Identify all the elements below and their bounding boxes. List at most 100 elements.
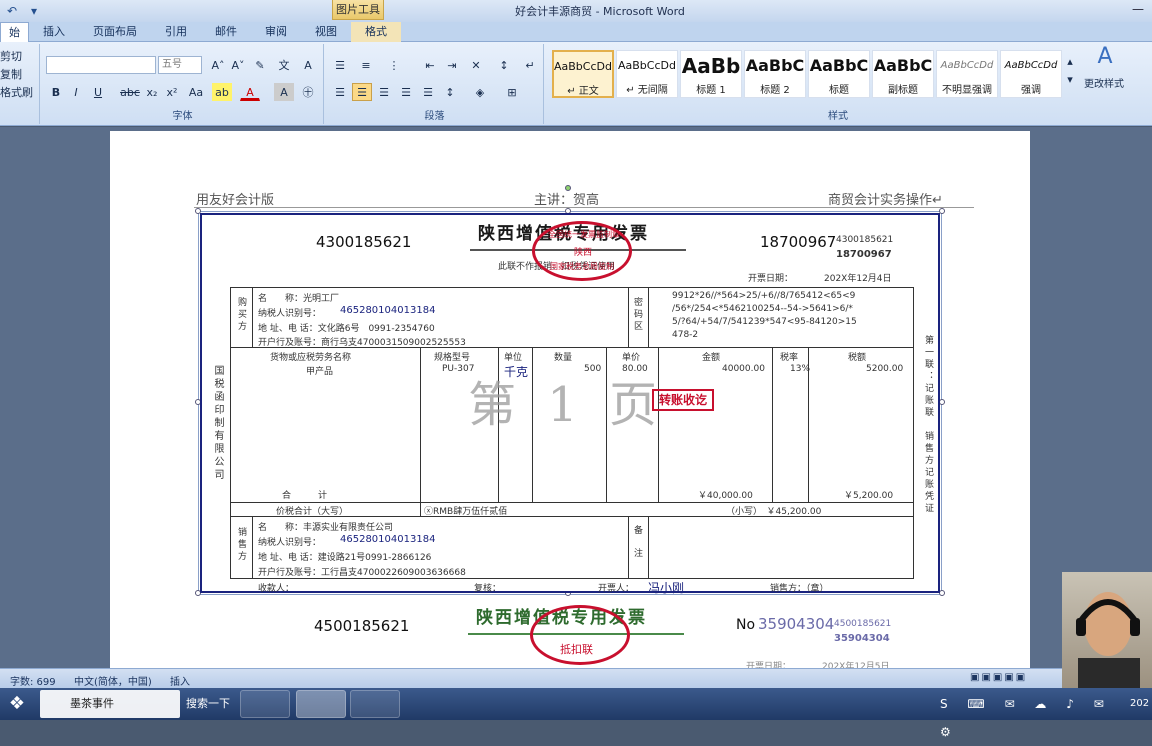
show-marks-icon[interactable]: ↵ — [520, 56, 540, 74]
font-color-icon[interactable]: A — [240, 83, 260, 101]
divider — [420, 502, 421, 516]
style-preview: AaBbCcDd — [940, 60, 994, 71]
tab-format[interactable]: 格式 — [351, 22, 401, 42]
minimize-button[interactable]: — — [1124, 0, 1152, 18]
word-icon[interactable] — [296, 690, 346, 718]
change-styles-button[interactable]: 更改样式 — [1076, 76, 1132, 94]
cut-button[interactable]: 剪切 — [0, 48, 22, 66]
clock[interactable]: 202 — [1130, 690, 1152, 718]
justify-icon[interactable]: ☰ — [396, 83, 416, 101]
style-preview: AaBb — [681, 54, 741, 78]
vat-invoice-image-2[interactable]: 4500185621 陕西增值税专用发票 抵扣联 No 35904304 450… — [200, 599, 940, 668]
scroll-down-icon[interactable]: ▾ — [1064, 70, 1076, 88]
invoice2-code-left: 4500185621 — [314, 617, 410, 635]
start-icon[interactable]: ❖ — [2, 690, 32, 718]
seller-bank: 开户行及账号：工行昌支4700022609003636668 — [258, 568, 466, 578]
language-indicator[interactable]: 中文(简体，中国) — [74, 673, 152, 688]
distributed-icon[interactable]: ☰ — [418, 83, 438, 101]
enclose-char-icon[interactable]: ㊉ — [298, 83, 318, 101]
tab-insert[interactable]: 插入 — [29, 22, 79, 42]
strikethrough-button[interactable]: abc — [118, 83, 142, 101]
invoice2-code-small: 4500185621 — [834, 619, 892, 629]
tab-page-layout[interactable]: 页面布局 — [79, 22, 151, 42]
clear-format-icon[interactable]: ✎ — [250, 56, 270, 74]
style-name: 强调 — [1021, 85, 1041, 96]
increase-indent-icon[interactable]: ⇥ — [442, 56, 462, 74]
multilevel-list-icon[interactable]: ⋮ — [384, 56, 404, 74]
style-subtitle[interactable]: AaBbC 副标题 — [872, 50, 934, 98]
highlight-icon[interactable]: ab — [212, 83, 232, 101]
style-heading-2[interactable]: AaBbC 标题 2 — [744, 50, 806, 98]
decrease-indent-icon[interactable]: ⇤ — [420, 56, 440, 74]
copy-button[interactable]: 复制 — [0, 66, 22, 84]
char-shading-icon[interactable]: A — [274, 83, 294, 101]
tab-mailings[interactable]: 邮件 — [201, 22, 251, 42]
shrink-font-icon[interactable]: A˅ — [228, 56, 248, 74]
underline-button[interactable]: U — [88, 83, 108, 101]
bullets-icon[interactable]: ☰ — [330, 56, 350, 74]
line-spacing-icon[interactable]: ↕ — [440, 83, 460, 101]
cloud-app-icon[interactable] — [350, 690, 400, 718]
chrome-icon[interactable] — [240, 690, 290, 718]
tray-icons[interactable]: S ⌨ ✉ ☁ ♪ ✉ ⚙ — [940, 690, 1120, 739]
style-emphasis[interactable]: AaBbCcDd 强调 — [1000, 50, 1062, 98]
format-painter-button[interactable]: 格式刷 — [0, 84, 33, 102]
font-group: 五号 A˄ A˅ ✎ 文 A B I U abc x₂ x² Aa ab A A… — [42, 44, 324, 124]
borders-icon[interactable]: ⊞ — [502, 83, 522, 101]
align-center-icon[interactable]: ☰ — [352, 83, 372, 101]
dropdown-icon[interactable]: ▾ — [26, 3, 42, 19]
numbering-icon[interactable]: ≡ — [356, 56, 376, 74]
style-subtle-emphasis[interactable]: AaBbCcDd 不明显强调 — [936, 50, 998, 98]
vat-invoice-image[interactable]: 4300185621 陕西增值税专用发票 此联不作报销、扣税凭证使用 18700… — [200, 213, 940, 595]
transfer-paid-stamp: 转账收讫 — [652, 389, 714, 411]
phonetic-icon[interactable]: 文 — [274, 56, 294, 74]
style-no-spacing[interactable]: AaBbCcDd ↵ 无间隔 — [616, 50, 678, 98]
shading-icon[interactable]: ◈ — [470, 83, 490, 101]
char-border-icon[interactable]: A — [298, 56, 318, 74]
style-heading-1[interactable]: AaBb 标题 1 — [680, 50, 742, 98]
style-normal[interactable]: AaBbCcDd ↵ 正文 — [552, 50, 614, 98]
style-title[interactable]: AaBbC 标题 — [808, 50, 870, 98]
tab-view[interactable]: 视图 — [301, 22, 351, 42]
font-name-combo[interactable] — [46, 56, 156, 74]
cipher-line: 478-2 — [672, 330, 699, 340]
align-left-icon[interactable]: ☰ — [330, 83, 350, 101]
remark-label: 备注 — [632, 525, 642, 571]
issue-date: 202X年12月4日 — [824, 274, 892, 284]
tab-review[interactable]: 审阅 — [251, 22, 301, 42]
italic-button[interactable]: I — [66, 83, 86, 101]
buyer-address: 地 址、电 话：文化路6号 0991-2354760 — [258, 324, 435, 334]
scroll-up-icon[interactable]: ▴ — [1064, 52, 1076, 70]
style-preview: AaBbCcDd — [1004, 60, 1058, 71]
sort-icon[interactable]: ↕ — [494, 56, 514, 74]
subscript-button[interactable]: x₂ — [142, 83, 162, 101]
taskbar-ie-item[interactable]: 墨茶事件 — [40, 690, 180, 718]
tab-home[interactable]: 始 — [0, 22, 29, 42]
tab-references[interactable]: 引用 — [151, 22, 201, 42]
taskbar-search[interactable]: 搜索一下 — [186, 690, 236, 718]
style-preview: AaBbC — [873, 56, 933, 75]
styles-group: AaBbCcDd ↵ 正文 AaBbCcDd ↵ 无间隔 AaBb 标题 1 A… — [546, 44, 1130, 124]
view-buttons-icon[interactable]: ▣▣▣▣▣ — [970, 672, 1050, 683]
font-size-combo[interactable]: 五号 — [158, 56, 202, 74]
rotate-handle[interactable] — [565, 185, 571, 191]
insert-mode[interactable]: 插入 — [170, 673, 190, 688]
stamp-text-bottom: 国家税务总局监制 — [550, 262, 614, 271]
chinese-layout-icon[interactable]: ✕ — [466, 56, 486, 74]
bold-button[interactable]: B — [46, 83, 66, 101]
change-styles-icon[interactable]: A — [1080, 46, 1130, 68]
paragraph-group: ☰ ≡ ⋮ ⇤ ⇥ ✕ ↕ ↵ ☰ ☰ ☰ ☰ ☰ ↕ ◈ ⊞ 段落 — [326, 44, 544, 124]
change-case-button[interactable]: Aa — [184, 83, 208, 101]
taskbar: ❖ 墨茶事件 搜索一下 S ⌨ ✉ ☁ ♪ ✉ ⚙ 202 — [0, 688, 1152, 739]
grow-font-icon[interactable]: A˄ — [208, 56, 228, 74]
superscript-button[interactable]: x² — [162, 83, 182, 101]
word-window: ↶ ▾ 图片工具 好会计丰源商贸 - Microsoft Word — 始 插入… — [0, 0, 1152, 739]
word-count[interactable]: 字数: 699 — [10, 673, 56, 688]
seller-name: 名 称：丰源实业有限责任公司 — [258, 523, 394, 533]
row-amount: 40000.00 — [722, 364, 765, 374]
font-group-label: 字体 — [172, 111, 193, 122]
align-right-icon[interactable]: ☰ — [374, 83, 394, 101]
style-preview: AaBbCcDd — [554, 60, 612, 73]
document-page[interactable]: 用友好会计版 主讲：贺高 商贸会计实务操作↵ 4300185621 陕西增值税专… — [110, 131, 1030, 668]
undo-icon[interactable]: ↶ — [4, 3, 20, 19]
